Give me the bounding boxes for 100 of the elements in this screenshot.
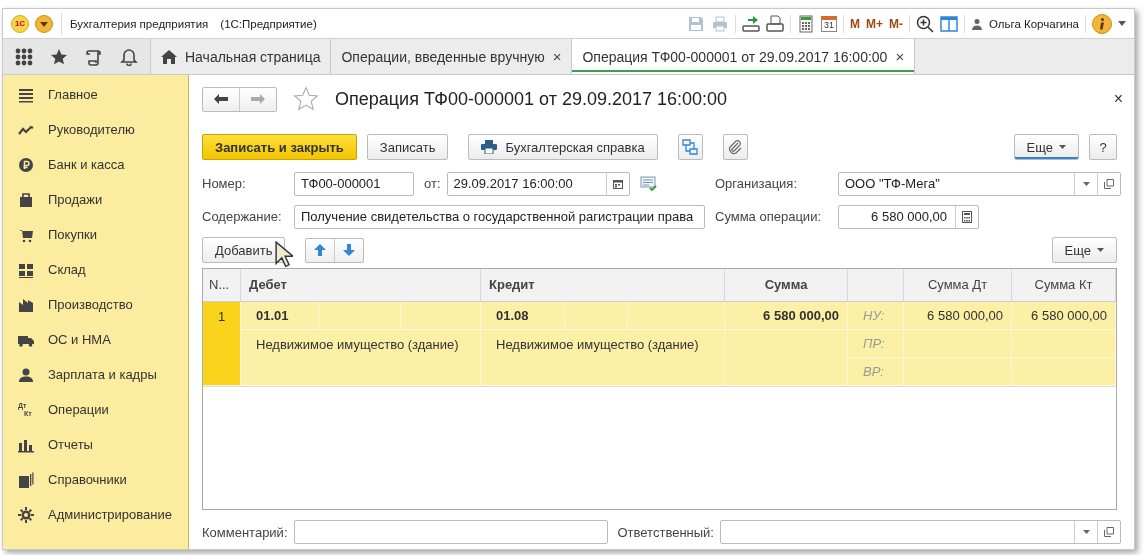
caret-icon[interactable]: [1118, 21, 1126, 26]
help-button[interactable]: ?: [1089, 134, 1117, 161]
report-button[interactable]: Бухгалтерская справка: [468, 134, 658, 161]
ruble-icon: [18, 156, 34, 173]
panels-icon[interactable]: [939, 14, 958, 33]
amount-field[interactable]: 6 580 000,00: [838, 204, 979, 229]
responsible-field[interactable]: [719, 520, 1121, 545]
table-cell[interactable]: [319, 301, 401, 330]
column-header[interactable]: Сумма Кт: [1012, 268, 1116, 301]
table-cell[interactable]: [904, 357, 1012, 386]
calculator-icon[interactable]: [962, 210, 972, 223]
structure-button[interactable]: [677, 134, 703, 161]
table-cell[interactable]: [628, 301, 725, 330]
tab-label: Начальная страница: [185, 48, 321, 65]
table-cell[interactable]: Недвижимое имущество (здание): [481, 329, 725, 386]
info-icon[interactable]: [1092, 13, 1112, 34]
field-label: от:: [424, 176, 441, 192]
tab-label: Операции, введенные вручную: [341, 48, 545, 65]
sidebar-item[interactable]: Склад: [3, 252, 188, 287]
arrow-down-icon: [343, 244, 356, 257]
window-title: Бухгалтерия предприятия: [70, 17, 209, 30]
column-header[interactable]: N...: [203, 268, 241, 301]
scroll-icon[interactable]: [84, 47, 103, 66]
app-logo[interactable]: 1С: [11, 14, 29, 33]
table-cell: ПР:: [848, 329, 904, 358]
row-number-cell[interactable]: 1: [203, 301, 241, 386]
close-button[interactable]: ×: [1113, 90, 1123, 109]
bell-icon[interactable]: [119, 47, 138, 66]
table-cell[interactable]: 6 580 000,00: [725, 301, 848, 330]
more-button[interactable]: Еще: [1051, 237, 1117, 264]
caret-icon: [1097, 248, 1104, 253]
table-cell[interactable]: 6 580 000,00: [1012, 301, 1116, 330]
date-field[interactable]: 29.09.2017 16:00:00: [446, 171, 630, 196]
field-label: Сумма операции:: [715, 209, 822, 225]
column-header[interactable]: Сумма Дт: [904, 268, 1012, 301]
settings-icon: [18, 506, 34, 523]
apps-grid-icon[interactable]: [15, 47, 34, 66]
sidebar-item[interactable]: Руководителю: [3, 112, 188, 147]
scanner-icon[interactable]: [765, 14, 784, 33]
calendar-icon[interactable]: 31: [820, 15, 837, 32]
close-tab-button[interactable]: ×: [895, 48, 905, 65]
memory-button[interactable]: M-: [888, 16, 903, 31]
sidebar-item[interactable]: Продажи: [3, 182, 188, 217]
sidebar-item[interactable]: Отчеты: [3, 427, 188, 462]
upload-icon[interactable]: [741, 14, 760, 33]
field-label: Номер:: [202, 176, 247, 192]
home-icon: [161, 49, 177, 64]
table-cell[interactable]: [904, 329, 1012, 358]
table-cell[interactable]: [401, 301, 481, 330]
table-cell[interactable]: 01.08: [481, 301, 565, 330]
sidebar-item[interactable]: Покупки: [3, 217, 188, 252]
column-header[interactable]: Дебет: [241, 268, 481, 301]
attachment-button[interactable]: [722, 134, 748, 161]
sidebar-item[interactable]: Банк и касса: [3, 147, 188, 182]
sidebar-item[interactable]: Производство: [3, 287, 188, 322]
organization-field[interactable]: ООО "ТФ-Мега": [838, 171, 1121, 196]
open-icon[interactable]: [1104, 178, 1114, 189]
factory-icon: [18, 296, 34, 313]
star-icon[interactable]: [50, 47, 69, 66]
close-tab-button[interactable]: ×: [552, 48, 562, 65]
table-cell[interactable]: Недвижимое имущество (здание): [241, 329, 481, 386]
sidebar-item[interactable]: Администрирование: [3, 497, 188, 532]
pages-icon: [18, 471, 34, 488]
column-header[interactable]: Кредит: [481, 268, 725, 301]
table-cell[interactable]: [565, 301, 628, 330]
more-button[interactable]: Еще: [1013, 134, 1079, 161]
sidebar-item[interactable]: ОС и НМА: [3, 322, 188, 357]
table-cell[interactable]: [1012, 329, 1116, 358]
mouse-cursor-icon: [275, 240, 293, 268]
form-title: Операция ТФ00-000001 от 29.09.2017 16:00:00: [335, 88, 728, 110]
comment-field[interactable]: [293, 520, 608, 545]
dropdown-icon[interactable]: [1082, 181, 1090, 186]
save-and-close-button[interactable]: Записать и закрыть: [202, 134, 357, 161]
zoom-icon[interactable]: [915, 14, 934, 33]
window-subtitle: (1С:Предприятие): [220, 17, 317, 30]
user-name[interactable]: Ольга Корчагина: [988, 17, 1079, 30]
sidebar-item[interactable]: Справочники: [3, 462, 188, 497]
paperclip-icon: [727, 139, 744, 156]
tab[interactable]: Операция ТФ00-000001 от 29.09.2017 16:00:00 ×: [572, 39, 916, 74]
column-header[interactable]: Сумма: [725, 268, 848, 301]
favorite-star-icon[interactable]: [293, 86, 319, 113]
dropdown-icon[interactable]: [1082, 530, 1090, 535]
number-field[interactable]: ТФ00-000001: [294, 171, 414, 196]
table-cell[interactable]: 6 580 000,00: [904, 301, 1012, 330]
sidebar-item[interactable]: Зарплата и кадры: [3, 357, 188, 392]
memory-button[interactable]: M+: [865, 16, 883, 31]
save-button[interactable]: Записать: [366, 134, 449, 161]
calculator-icon[interactable]: [796, 14, 815, 33]
posted-document-icon[interactable]: [639, 175, 658, 192]
add-button[interactable]: Добавить: [202, 237, 286, 264]
memory-button[interactable]: M: [849, 16, 860, 31]
table-cell[interactable]: 01.01: [241, 301, 319, 330]
table-cell[interactable]: [725, 329, 848, 386]
table-cell[interactable]: [1012, 357, 1116, 386]
dropdown-icon[interactable]: [35, 14, 53, 33]
sidebar-item[interactable]: Главное: [3, 77, 188, 112]
content-field[interactable]: Получение свидетельства о государственной рагистрации права: [294, 204, 705, 229]
tab[interactable]: Начальная страница: [151, 39, 332, 74]
calendar-icon[interactable]: [612, 178, 623, 189]
open-icon[interactable]: [1104, 527, 1114, 538]
